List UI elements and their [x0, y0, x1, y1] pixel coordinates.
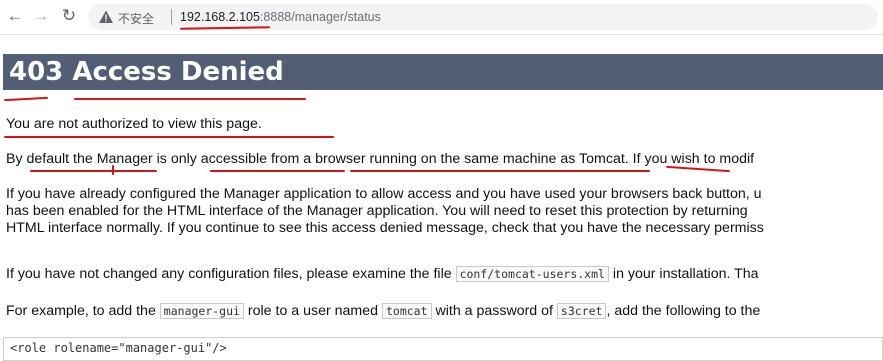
reload-icon[interactable]: ↻ [58, 5, 80, 27]
annotation-underline [210, 170, 345, 172]
annotation-underline [74, 98, 306, 100]
message-back-button-line-2: has been enabled for the HTML interface … [6, 203, 748, 219]
manager-gui-code: manager-gui [159, 303, 244, 319]
message-back-button-line-1: If you have already configured the Manag… [6, 186, 762, 202]
omnibox-divider [171, 9, 172, 25]
tomcat-users-file-code: conf/tomcat-users.xml [455, 266, 609, 282]
config-text-before: If you have not changed any configuratio… [6, 266, 456, 282]
page-title: 403 Access Denied [9, 57, 284, 87]
message-example: For example, to add the manager-gui role… [6, 302, 760, 320]
annotation-cross-mark [112, 165, 114, 175]
forward-icon[interactable]: → [30, 5, 52, 27]
example-text-b: role to a user named [243, 303, 382, 319]
message-default-access: By default the Manager is only accessibl… [6, 151, 755, 167]
browser-toolbar: ← → ↻ 不安全 192.168.2.105:8888/manager/sta… [0, 0, 883, 35]
security-label[interactable]: 不安全 [118, 10, 154, 27]
url-host: 192.168.2.105 [180, 10, 260, 24]
message-config-files: If you have not changed any configuratio… [6, 265, 759, 283]
password-code: s3cret [556, 303, 607, 319]
error-banner: 403 Access Denied [3, 54, 883, 90]
address-bar[interactable]: 不安全 192.168.2.105:8888/manager/status [88, 4, 878, 30]
annotation-underline [4, 136, 334, 138]
example-text-d: , add the following to the [606, 303, 761, 319]
message-not-authorized: You are not authorized to view this page… [6, 116, 262, 132]
example-text-c: with a password of [431, 303, 557, 319]
url-path: :8888/manager/status [259, 10, 381, 24]
message-back-button-line-3: HTML interface normally. If you continue… [6, 220, 764, 236]
config-text-after: in your installation. Tha [608, 266, 759, 282]
annotation-underline [350, 170, 650, 172]
back-icon[interactable]: ← [4, 5, 26, 27]
annotation-underline [30, 170, 157, 172]
url-text[interactable]: 192.168.2.105:8888/manager/status [180, 10, 381, 24]
warning-icon[interactable] [98, 9, 114, 25]
example-text-a: For example, to add the [6, 303, 160, 319]
role-code-line: <role rolename="manager-gui"/> [10, 341, 227, 355]
tomcat-user-code: tomcat [381, 303, 432, 319]
code-example-box: <role rolename="manager-gui"/> [3, 337, 883, 361]
annotation-underline [3, 96, 49, 102]
